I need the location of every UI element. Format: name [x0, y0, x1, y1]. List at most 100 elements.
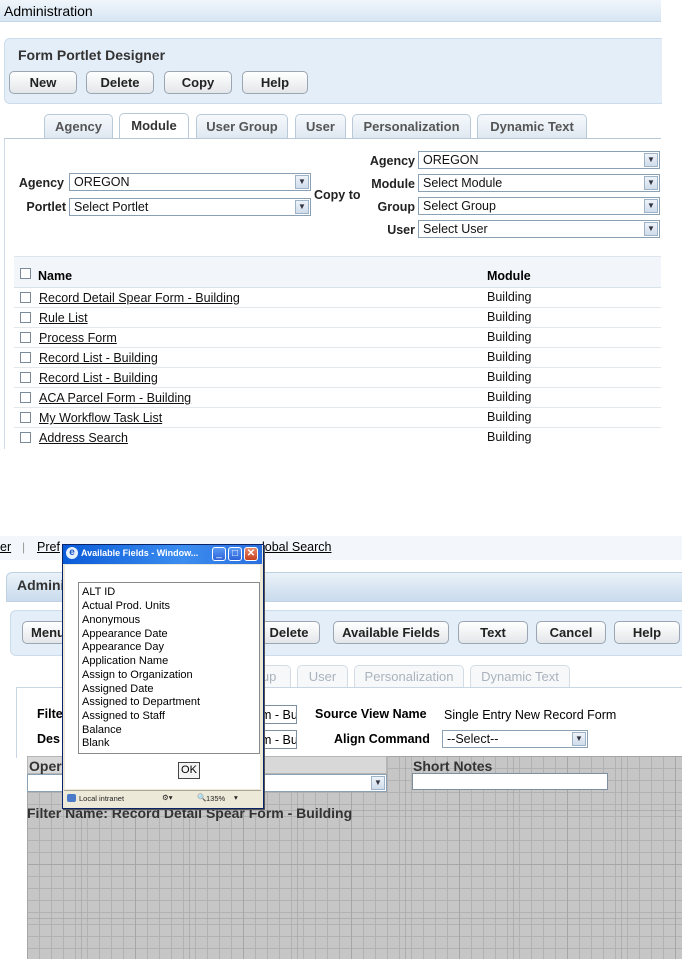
new-button[interactable]: New [9, 71, 77, 94]
chevron-down-icon: ▼ [295, 200, 309, 214]
row-checkbox[interactable] [20, 432, 31, 443]
copy-module-label: Module [371, 177, 415, 191]
table-row-module: Building [487, 350, 532, 364]
protected-mode-icon: ⚙▾ [162, 793, 173, 802]
tab-module[interactable]: Module [119, 113, 189, 139]
table-row-name-link[interactable]: Record Detail Spear Form - Building [39, 291, 240, 305]
list-item[interactable]: Appearance Date [82, 628, 168, 640]
ie-browser-icon: e [66, 547, 78, 559]
source-view-value: Single Entry New Record Form [441, 705, 625, 724]
table-row-name-link[interactable]: ACA Parcel Form - Building [39, 391, 191, 405]
admin-header: Administration [0, 0, 661, 22]
row-divider [14, 347, 661, 348]
table-row-name-link[interactable]: My Workflow Task List [39, 411, 162, 425]
window-title: Available Fields - Window... [81, 548, 199, 558]
tab-user[interactable]: User [295, 114, 346, 138]
table-row-name-link[interactable]: Record List - Building [39, 351, 158, 365]
table-row-module: Building [487, 330, 532, 344]
list-item[interactable]: Blank [82, 737, 110, 749]
nav-link-fragment[interactable]: er [0, 540, 11, 554]
chevron-down-icon: ▼ [644, 222, 658, 236]
list-item[interactable]: Application Name [82, 655, 168, 667]
portlet-label: Portlet [26, 200, 66, 214]
zoom-icon: 🔍 [197, 793, 207, 802]
list-item[interactable]: Assigned to Department [82, 696, 200, 708]
copy-module-select[interactable]: Select Module ▼ [418, 174, 660, 192]
panel-title: Form Portlet Designer [18, 47, 166, 63]
agency-label: Agency [18, 176, 64, 190]
row-checkbox[interactable] [20, 352, 31, 363]
intranet-icon [67, 794, 76, 802]
delete-button-lower[interactable]: Delete [258, 621, 320, 644]
chevron-down-icon: ▼ [644, 176, 658, 190]
table-row-name-link[interactable]: Process Form [39, 331, 117, 345]
zoom-dropdown-icon[interactable]: ▾ [234, 793, 238, 802]
zone-text: Local intranet [79, 794, 125, 803]
list-item[interactable]: Balance [82, 724, 122, 736]
portlet-select[interactable]: Select Portlet ▼ [69, 198, 311, 216]
table-row-module: Building [487, 310, 532, 324]
table-row-name-link[interactable]: Record List - Building [39, 371, 158, 385]
window-status-bar: Local intranet ⚙▾ 🔍 135% ▾ [64, 790, 261, 807]
column-header-name[interactable]: Name [38, 269, 72, 283]
agency-select[interactable]: OREGON ▼ [69, 173, 311, 191]
row-checkbox[interactable] [20, 372, 31, 383]
copy-agency-select[interactable]: OREGON ▼ [418, 151, 660, 169]
list-item[interactable]: Assigned Date [82, 683, 154, 695]
nav-link-global-search[interactable]: lobal Search [262, 540, 332, 554]
oper-label-fragment: Oper [29, 758, 62, 774]
minimize-icon[interactable]: _ [212, 547, 226, 561]
filter-label-fragment: Filte [37, 707, 63, 721]
column-header-module[interactable]: Module [487, 269, 531, 283]
table-row-name-link[interactable]: Address Search [39, 431, 128, 445]
list-item[interactable]: Actual Prod. Units [82, 600, 170, 612]
ok-button[interactable]: OK [178, 762, 200, 779]
nav-link-preferences[interactable]: Pref [37, 540, 60, 554]
row-divider [14, 407, 661, 408]
row-checkbox[interactable] [20, 312, 31, 323]
table-row-module: Building [487, 370, 532, 384]
source-view-label: Source View Name [315, 707, 427, 721]
table-row-module: Building [487, 290, 532, 304]
row-divider [14, 307, 661, 308]
copy-agency-value: OREGON [423, 153, 479, 167]
list-item[interactable]: Anonymous [82, 614, 140, 626]
chevron-down-icon: ▼ [572, 732, 586, 746]
select-all-checkbox[interactable] [20, 268, 31, 279]
row-checkbox[interactable] [20, 332, 31, 343]
text-button[interactable]: Text [458, 621, 528, 644]
cancel-button[interactable]: Cancel [536, 621, 606, 644]
copy-agency-label: Agency [369, 154, 415, 168]
delete-button[interactable]: Delete [86, 71, 154, 94]
list-item[interactable]: Assign to Organization [82, 669, 193, 681]
copy-user-label: User [387, 223, 415, 237]
copy-group-select[interactable]: Select Group ▼ [418, 197, 660, 215]
list-item[interactable]: ALT ID [82, 586, 115, 598]
zoom-level[interactable]: 135% [206, 794, 225, 803]
help-button-lower[interactable]: Help [614, 621, 680, 644]
tab-dynamic-text[interactable]: Dynamic Text [477, 114, 587, 138]
available-fields-button[interactable]: Available Fields [333, 621, 449, 644]
align-command-select[interactable]: --Select-- ▼ [442, 730, 588, 748]
row-checkbox[interactable] [20, 292, 31, 303]
close-icon[interactable]: ✕ [244, 547, 258, 561]
tab-user-group[interactable]: User Group [196, 114, 288, 138]
tab-agency[interactable]: Agency [44, 114, 113, 138]
row-divider [14, 387, 661, 388]
copy-button[interactable]: Copy [164, 71, 232, 94]
chevron-down-icon: ▼ [295, 175, 309, 189]
row-divider [14, 327, 661, 328]
table-row-name-link[interactable]: Rule List [39, 311, 88, 325]
list-item[interactable]: Appearance Day [82, 641, 164, 653]
tab-personalization[interactable]: Personalization [352, 114, 471, 138]
row-checkbox[interactable] [20, 392, 31, 403]
help-button[interactable]: Help [242, 71, 308, 94]
copy-user-select[interactable]: Select User ▼ [418, 220, 660, 238]
short-notes-input[interactable] [412, 773, 608, 790]
table-row-module: Building [487, 410, 532, 424]
tab-personalization-disabled: Personalization [354, 665, 464, 687]
row-divider [14, 367, 661, 368]
row-checkbox[interactable] [20, 412, 31, 423]
maximize-icon[interactable]: □ [228, 547, 242, 561]
list-item[interactable]: Assigned to Staff [82, 710, 165, 722]
